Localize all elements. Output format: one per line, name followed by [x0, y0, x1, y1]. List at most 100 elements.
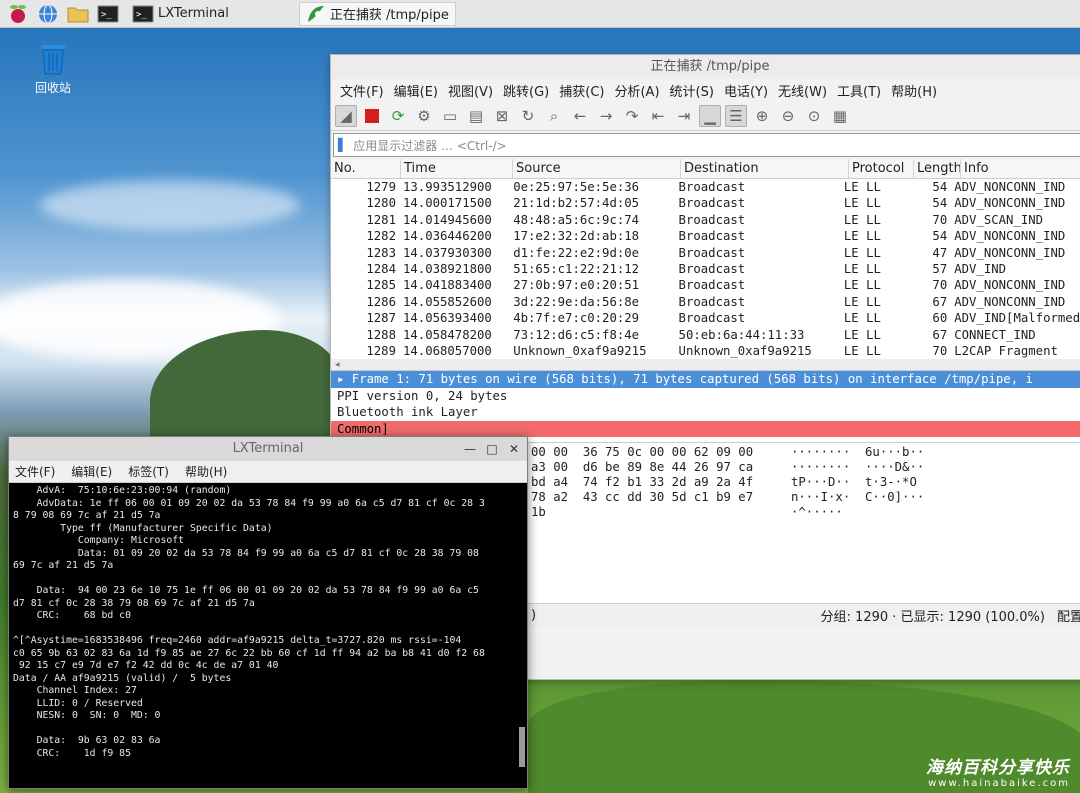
open-file-icon[interactable]: ▭ — [439, 105, 461, 127]
table-row[interactable]: 1287 14.056393400 4b:7f:e7:c0:20:29 Broadca… — [331, 310, 1080, 326]
menu-item[interactable]: 分析(A) — [609, 81, 664, 100]
terminal-menu-item[interactable]: 文件(F) — [15, 463, 55, 480]
menu-item[interactable]: 无线(W) — [773, 81, 832, 100]
table-row[interactable]: 1279 13.993512900 0e:25:97:5e:5e:36 Broadca… — [331, 179, 1080, 195]
terminal-menu-item[interactable]: 标签(T) — [128, 463, 169, 480]
column-info[interactable]: Info — [961, 159, 1080, 178]
cell-info: ADV_SCAN_IND — [954, 212, 1044, 227]
cell-no: 1285 — [366, 278, 396, 293]
terminal-scrollbar[interactable] — [519, 727, 525, 767]
zoom-out-icon[interactable]: ⊖ — [777, 105, 799, 127]
bytes-ascii[interactable]: ········ ····D&·· — [791, 460, 924, 475]
raspberry-menu-icon[interactable] — [6, 3, 30, 25]
reload-file-icon[interactable]: ↻ — [517, 105, 539, 127]
display-filter-input[interactable]: ▌ 应用显示过滤器 … <Ctrl-/> — [333, 133, 1080, 157]
cell-length: 67 — [932, 294, 948, 309]
table-row[interactable]: 1284 14.038921800 51:65:c1:22:21:12 Broadca… — [331, 261, 1080, 277]
menu-item[interactable]: 文件(F) — [335, 81, 389, 100]
bytes-row: bd a4 74 f2 b1 33 2d a9 2a 4f tP···D·· t·… — [531, 475, 917, 490]
cell-no: 1284 — [366, 261, 396, 276]
terminal-output[interactable]: AdvA: 75:10:6e:23:00:94 (random) AdvData… — [9, 483, 527, 788]
table-row[interactable]: 1281 14.014945600 48:48:a5:6c:9c:74 Broadca… — [331, 212, 1080, 228]
go-forward-icon[interactable]: → — [595, 105, 617, 127]
main-toolbar: ◢ ⟳ ⚙ ▭ ▤ ⊠ ↻ ⌕ ← → ↷ ⇤ ⇥ ▁ ☰ ⊕ ⊖ ⊙ ▦ — [331, 101, 1080, 131]
bytes-ascii[interactable]: ·^····· — [791, 505, 843, 520]
menu-item[interactable]: 跳转(G) — [498, 81, 554, 100]
zoom-in-icon[interactable]: ⊕ — [751, 105, 773, 127]
table-row[interactable]: 1280 14.000171500 21:1d:b2:57:4d:05 Broadca… — [331, 195, 1080, 211]
colorize-icon[interactable]: ☰ — [725, 104, 747, 127]
bytes-hex[interactable]: a3 00 d6 be 89 8e 44 26 97 ca — [531, 460, 791, 475]
terminal-line: Channel Index: 27 — [13, 685, 137, 696]
go-to-packet-icon[interactable]: ↷ — [621, 105, 643, 127]
capture-options-icon[interactable]: ⚙ — [413, 105, 435, 127]
maximize-icon[interactable]: □ — [483, 440, 501, 458]
detail-row-bluetooth[interactable]: Bluetooth ink Layer — [331, 404, 1080, 421]
cell-destination: Broadcast — [678, 278, 746, 293]
menu-item[interactable]: 电话(Y) — [719, 81, 773, 100]
terminal-line: 92 15 c7 e9 7d e7 f2 42 dd 0c 4c de a7 0… — [13, 660, 279, 671]
bytes-hex[interactable]: 78 a2 43 cc dd 30 5d c1 b9 e7 — [531, 490, 791, 505]
column-no[interactable]: No. — [331, 159, 401, 178]
terminal-menu-item[interactable]: 帮助(H) — [185, 463, 227, 480]
table-row[interactable]: 1282 14.036446200 17:e2:32:2d:ab:18 Broadca… — [331, 228, 1080, 244]
task-lxterminal[interactable]: >_ LXTerminal — [126, 2, 235, 26]
terminal-menu-item[interactable]: 编辑(E) — [71, 463, 112, 480]
bookmark-icon[interactable]: ▌ — [338, 138, 347, 152]
svg-text:>_: >_ — [101, 10, 112, 20]
detail-row-ppi[interactable]: PPI version 0, 24 bytes — [331, 388, 1080, 405]
resize-columns-icon[interactable]: ▦ — [829, 105, 851, 127]
column-time[interactable]: Time — [401, 159, 513, 178]
column-destination[interactable]: Destination — [681, 159, 849, 178]
wireshark-icon — [307, 5, 324, 22]
bytes-hex[interactable]: 1b — [531, 505, 791, 520]
table-row[interactable]: 1289 14.068057000 Unknown_0xaf9a9215 Unknow… — [331, 343, 1080, 359]
menu-item[interactable]: 视图(V) — [443, 81, 498, 100]
save-file-icon[interactable]: ▤ — [465, 105, 487, 127]
close-icon[interactable]: ✕ — [505, 440, 523, 458]
table-row[interactable]: 1285 14.041883400 27:0b:97:e0:20:51 Broadca… — [331, 277, 1080, 293]
menu-item[interactable]: 编辑(E) — [389, 81, 443, 100]
find-packet-icon[interactable]: ⌕ — [543, 105, 565, 127]
bytes-ascii[interactable]: n···I·x· C··0]··· — [791, 490, 924, 505]
last-packet-icon[interactable]: ⇥ — [673, 105, 695, 127]
file-manager-icon[interactable] — [66, 3, 90, 25]
menu-item[interactable]: 帮助(H) — [886, 81, 942, 100]
bytes-hex[interactable]: 00 00 36 75 0c 00 00 62 09 00 — [531, 445, 791, 460]
column-protocol[interactable]: Protocol — [849, 159, 914, 178]
bytes-hex[interactable]: bd a4 74 f2 b1 33 2d a9 2a 4f — [531, 475, 791, 490]
column-length[interactable]: Length — [914, 159, 961, 178]
packet-list-hscroll[interactable]: ◂ — [331, 359, 1080, 371]
cell-time: 13.993512900 — [402, 180, 492, 194]
trash-desktop-icon[interactable]: 回收站 — [28, 40, 78, 96]
column-source[interactable]: Source — [513, 159, 681, 178]
menu-item[interactable]: 工具(T) — [832, 81, 886, 100]
cell-protocol: LE LL — [843, 229, 881, 244]
table-row[interactable]: 1286 14.055852600 3d:22:9e:da:56:8e Broadca… — [331, 294, 1080, 310]
cell-protocol: LE LL — [843, 196, 881, 211]
bytes-ascii[interactable]: tP···D·· t·3-·*O — [791, 475, 917, 490]
close-file-icon[interactable]: ⊠ — [491, 105, 513, 127]
detail-row-malformed[interactable]: Common] — [331, 420, 1080, 437]
task-wireshark[interactable]: 正在捕获 /tmp/pipe — [298, 1, 456, 26]
profile-label[interactable]: 配置 — [1057, 606, 1080, 625]
table-row[interactable]: 1283 14.037930300 d1:fe:22:e2:9d:0e Broadca… — [331, 245, 1080, 261]
table-row[interactable]: 1288 14.058478200 73:12:d6:c5:f8:4e 50:eb:6… — [331, 327, 1080, 343]
start-capture-icon[interactable]: ◢ — [335, 104, 357, 127]
first-packet-icon[interactable]: ⇤ — [647, 105, 669, 127]
restart-capture-icon[interactable]: ⟳ — [387, 105, 409, 127]
bytes-ascii[interactable]: ········ 6u···b·· — [791, 445, 924, 460]
cell-source: 0e:25:97:5e:5e:36 — [513, 180, 640, 194]
autoscroll-icon[interactable]: ▁ — [699, 104, 721, 127]
minimize-icon[interactable]: — — [461, 440, 479, 458]
normal-size-icon[interactable]: ⊙ — [803, 105, 825, 127]
menu-item[interactable]: 捕获(C) — [554, 81, 609, 100]
menu-item[interactable]: 统计(S) — [665, 81, 719, 100]
terminal-launcher-icon[interactable]: >_ — [96, 3, 120, 25]
stop-capture-icon[interactable] — [361, 105, 383, 127]
browser-icon[interactable] — [36, 3, 60, 25]
detail-row-frame[interactable]: ▸ Frame 1: 71 bytes on wire (568 bits), … — [331, 371, 1080, 388]
go-back-icon[interactable]: ← — [569, 105, 591, 127]
terminal-line: Data: 94 00 23 6e 10 75 1e ff 06 00 01 0… — [13, 585, 479, 596]
